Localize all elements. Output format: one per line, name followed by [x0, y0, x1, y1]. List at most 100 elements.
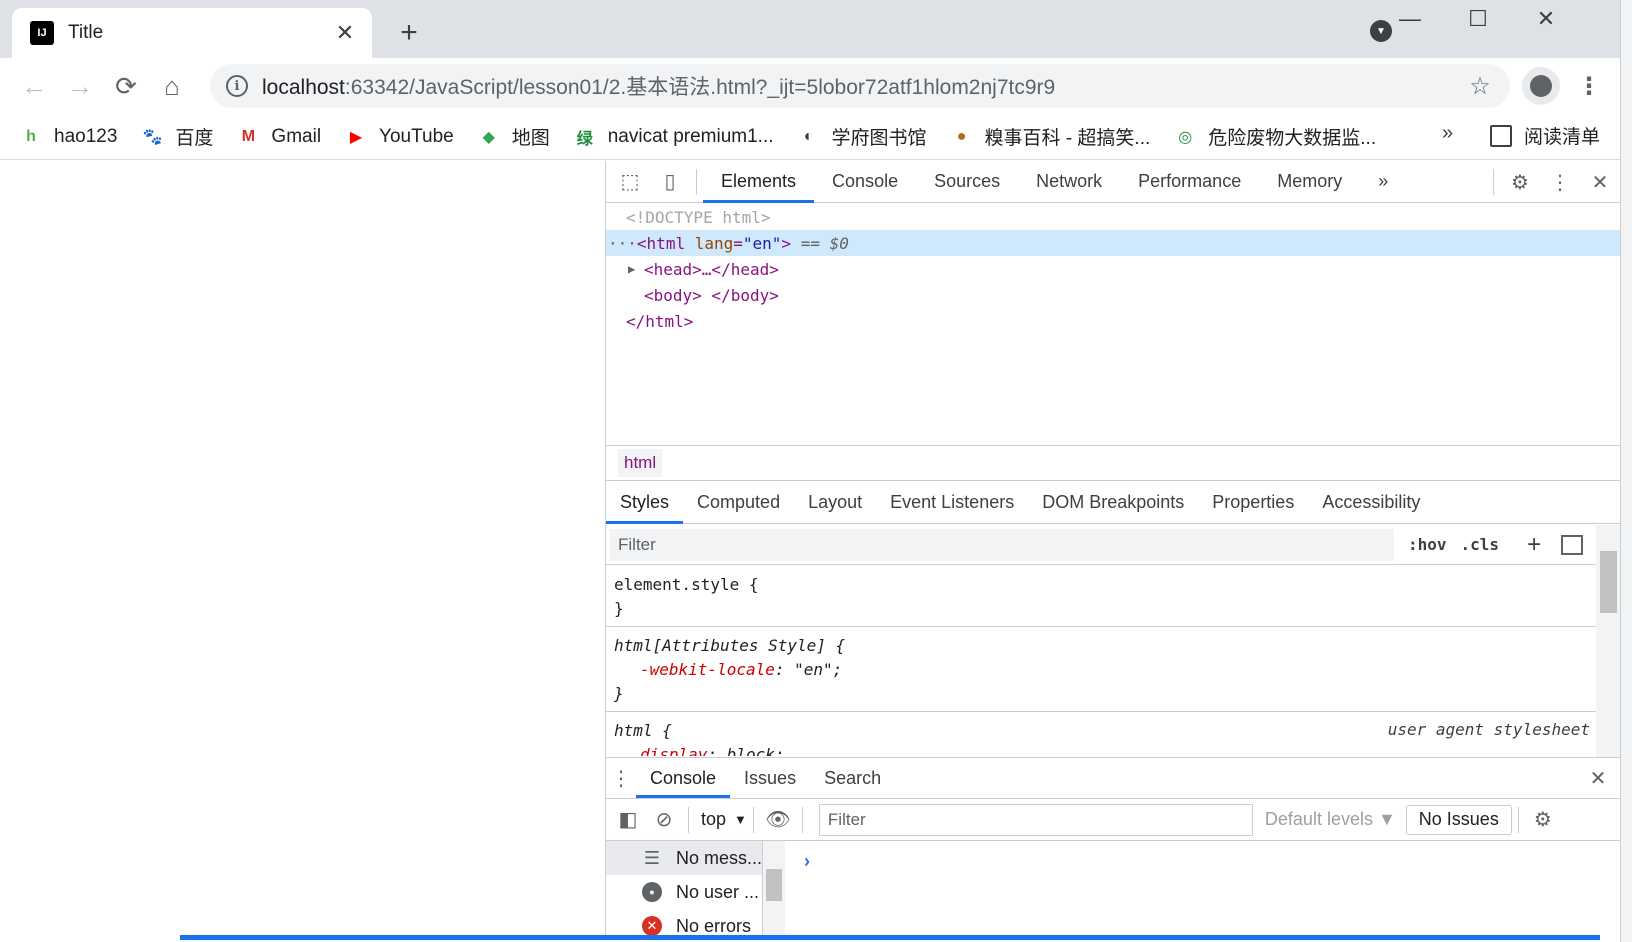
drawer-tab-search[interactable]: Search [810, 758, 895, 798]
forward-button[interactable]: → [62, 68, 98, 104]
browser-toolbar: ← → ⟳ ⌂ i localhost:63342/JavaScript/les… [0, 58, 1620, 114]
maximize-button[interactable]: ☐ [1448, 4, 1508, 34]
bookmark-item[interactable]: M Gmail [237, 126, 321, 148]
tab-elements[interactable]: Elements [703, 161, 815, 203]
url-text[interactable]: localhost:63342/JavaScript/lesson01/2.基本… [262, 71, 1462, 101]
bookmarks-more-icon[interactable]: » [1442, 122, 1453, 145]
hov-toggle[interactable]: :hov [1408, 535, 1447, 554]
divider [801, 806, 803, 833]
drawer-tab-console[interactable]: Console [636, 758, 731, 798]
bookmark-label: 地图 [511, 128, 550, 149]
home-button[interactable]: ⌂ [154, 68, 190, 104]
close-window-button[interactable]: ✕ [1516, 4, 1576, 34]
tab-close-icon[interactable]: ✕ [330, 18, 360, 48]
console-sidebar-toggle-icon[interactable]: ◧ [610, 802, 646, 838]
rule-close: } [614, 598, 624, 618]
bookmark-item[interactable]: ▶ YouTube [345, 126, 454, 148]
new-style-rule-button[interactable]: + [1527, 531, 1541, 559]
console-sidebar-label: No errors [676, 915, 752, 936]
baidu-icon: 🐾 [142, 128, 163, 146]
bookmark-item[interactable]: ◎ 危险废物大数据监... [1174, 123, 1376, 150]
console-sidebar-scrollbar[interactable] [763, 841, 785, 936]
back-button[interactable]: ← [16, 68, 52, 104]
dropdown-arrow-icon: ▼ [734, 812, 747, 827]
styles-filter-input[interactable] [610, 528, 1394, 561]
console-sidebar-label: No user ... [676, 881, 760, 902]
browser-menu-icon[interactable]: ⋮ [1574, 68, 1604, 104]
live-expression-eye-icon[interactable]: 👁 [760, 802, 796, 838]
divider [696, 168, 697, 195]
tab-accessibility[interactable]: Accessibility [1308, 482, 1434, 524]
site-info-icon[interactable]: i [226, 75, 248, 97]
cls-toggle[interactable]: .cls [1461, 535, 1500, 554]
bookmark-item[interactable]: 绿 navicat premium1... [574, 126, 774, 148]
log-levels-dropdown[interactable]: Default levels ▼ [1265, 809, 1396, 830]
gear-icon[interactable]: ⚙ [1500, 162, 1540, 202]
tab-performance[interactable]: Performance [1120, 161, 1259, 203]
console-sidebar-item[interactable]: ☰ No mess... [606, 841, 762, 875]
bookmark-item[interactable]: ◐ 学府图书馆 [798, 123, 927, 150]
console-prompt[interactable]: › [804, 851, 810, 872]
dom-node-html[interactable]: ··· < html lang = "en" > == $0 [606, 230, 1620, 256]
more-tabs-icon[interactable]: » [1360, 161, 1406, 203]
bookmark-item[interactable]: ● 糗事百科 - 超搞笑... [951, 123, 1151, 150]
expand-triangle-icon[interactable]: ▶ [628, 262, 644, 276]
tab-styles[interactable]: Styles [606, 482, 684, 524]
tab-memory[interactable]: Memory [1259, 161, 1360, 203]
dom-node-body[interactable]: <body> </body> [606, 282, 1620, 308]
dom-node-head[interactable]: ▶ <head>…</head> [606, 256, 1620, 282]
scrollbar-thumb[interactable] [1600, 551, 1617, 613]
page-viewport [0, 161, 605, 936]
close-drawer-icon[interactable]: ✕ [1578, 758, 1618, 798]
background-window-edge [1620, 0, 1632, 942]
breadcrumb-item-html[interactable]: html [618, 449, 663, 477]
bookmark-label: hao123 [54, 125, 118, 147]
inspect-element-icon[interactable]: ⬚ [610, 162, 650, 202]
dom-node-doctype[interactable]: <!DOCTYPE html> [606, 204, 1620, 230]
tab-sources[interactable]: Sources [916, 161, 1018, 203]
console-settings-gear-icon[interactable]: ⚙ [1525, 802, 1561, 838]
tab-properties[interactable]: Properties [1198, 482, 1308, 524]
tab-computed[interactable]: Computed [683, 482, 794, 524]
styles-scrollbar[interactable] [1596, 525, 1621, 757]
new-tab-button[interactable]: + [392, 16, 426, 50]
address-bar[interactable]: i localhost:63342/JavaScript/lesson01/2.… [210, 64, 1510, 108]
dom-node-html-close[interactable]: </html> [606, 308, 1620, 334]
hao123-icon: h [26, 127, 36, 145]
rule-source-label: user agent stylesheet [1387, 720, 1590, 739]
minimize-button[interactable]: — [1380, 4, 1440, 34]
close-devtools-icon[interactable]: ✕ [1580, 162, 1620, 202]
browser-tab[interactable]: IJ Title ✕ [12, 8, 372, 58]
html-tag-name: html [646, 233, 686, 253]
tab-console[interactable]: Console [814, 161, 916, 203]
reload-button[interactable]: ⟳ [108, 68, 144, 104]
profile-avatar[interactable] [1522, 67, 1560, 105]
body-node-text: <body> </body> [644, 285, 779, 305]
context-selector[interactable]: top ▼ [701, 809, 747, 830]
rule-selector: html { [614, 720, 672, 740]
youtube-icon: ▶ [349, 128, 363, 146]
tab-dom-breakpoints[interactable]: DOM Breakpoints [1028, 482, 1198, 524]
bookmark-item[interactable]: ◆ 地图 [478, 123, 550, 150]
styles-toolbar: :hov .cls + [606, 525, 1596, 565]
console-sidebar-item[interactable]: ● No user ... [606, 875, 762, 909]
customize-menu-icon[interactable]: ⋮ [1540, 162, 1580, 202]
tab-network[interactable]: Network [1018, 161, 1120, 203]
device-toolbar-icon[interactable]: ▯ [650, 162, 690, 202]
toggle-sidebar-icon[interactable] [1561, 534, 1584, 555]
html-open-lt: < [636, 233, 647, 253]
bookmark-item[interactable]: 🐾 百度 [141, 123, 213, 150]
tab-layout[interactable]: Layout [794, 482, 876, 524]
clear-console-icon[interactable]: ⊘ [646, 802, 682, 838]
drawer-tab-issues[interactable]: Issues [730, 758, 810, 798]
drawer-menu-icon[interactable]: ⋮ [606, 758, 636, 798]
console-filter-input[interactable] [818, 803, 1253, 836]
reading-list-button[interactable]: 阅读清单 [1490, 122, 1600, 149]
issues-button[interactable]: No Issues [1405, 804, 1512, 835]
bookmark-star-icon[interactable]: ☆ [1462, 72, 1498, 101]
doctype-text: <!DOCTYPE html> [626, 207, 771, 227]
bookmark-item[interactable]: h hao123 [20, 126, 117, 148]
rule-selector[interactable]: element.style { [614, 575, 759, 594]
tab-event-listeners[interactable]: Event Listeners [876, 482, 1028, 524]
scrollbar-thumb[interactable] [766, 869, 782, 901]
